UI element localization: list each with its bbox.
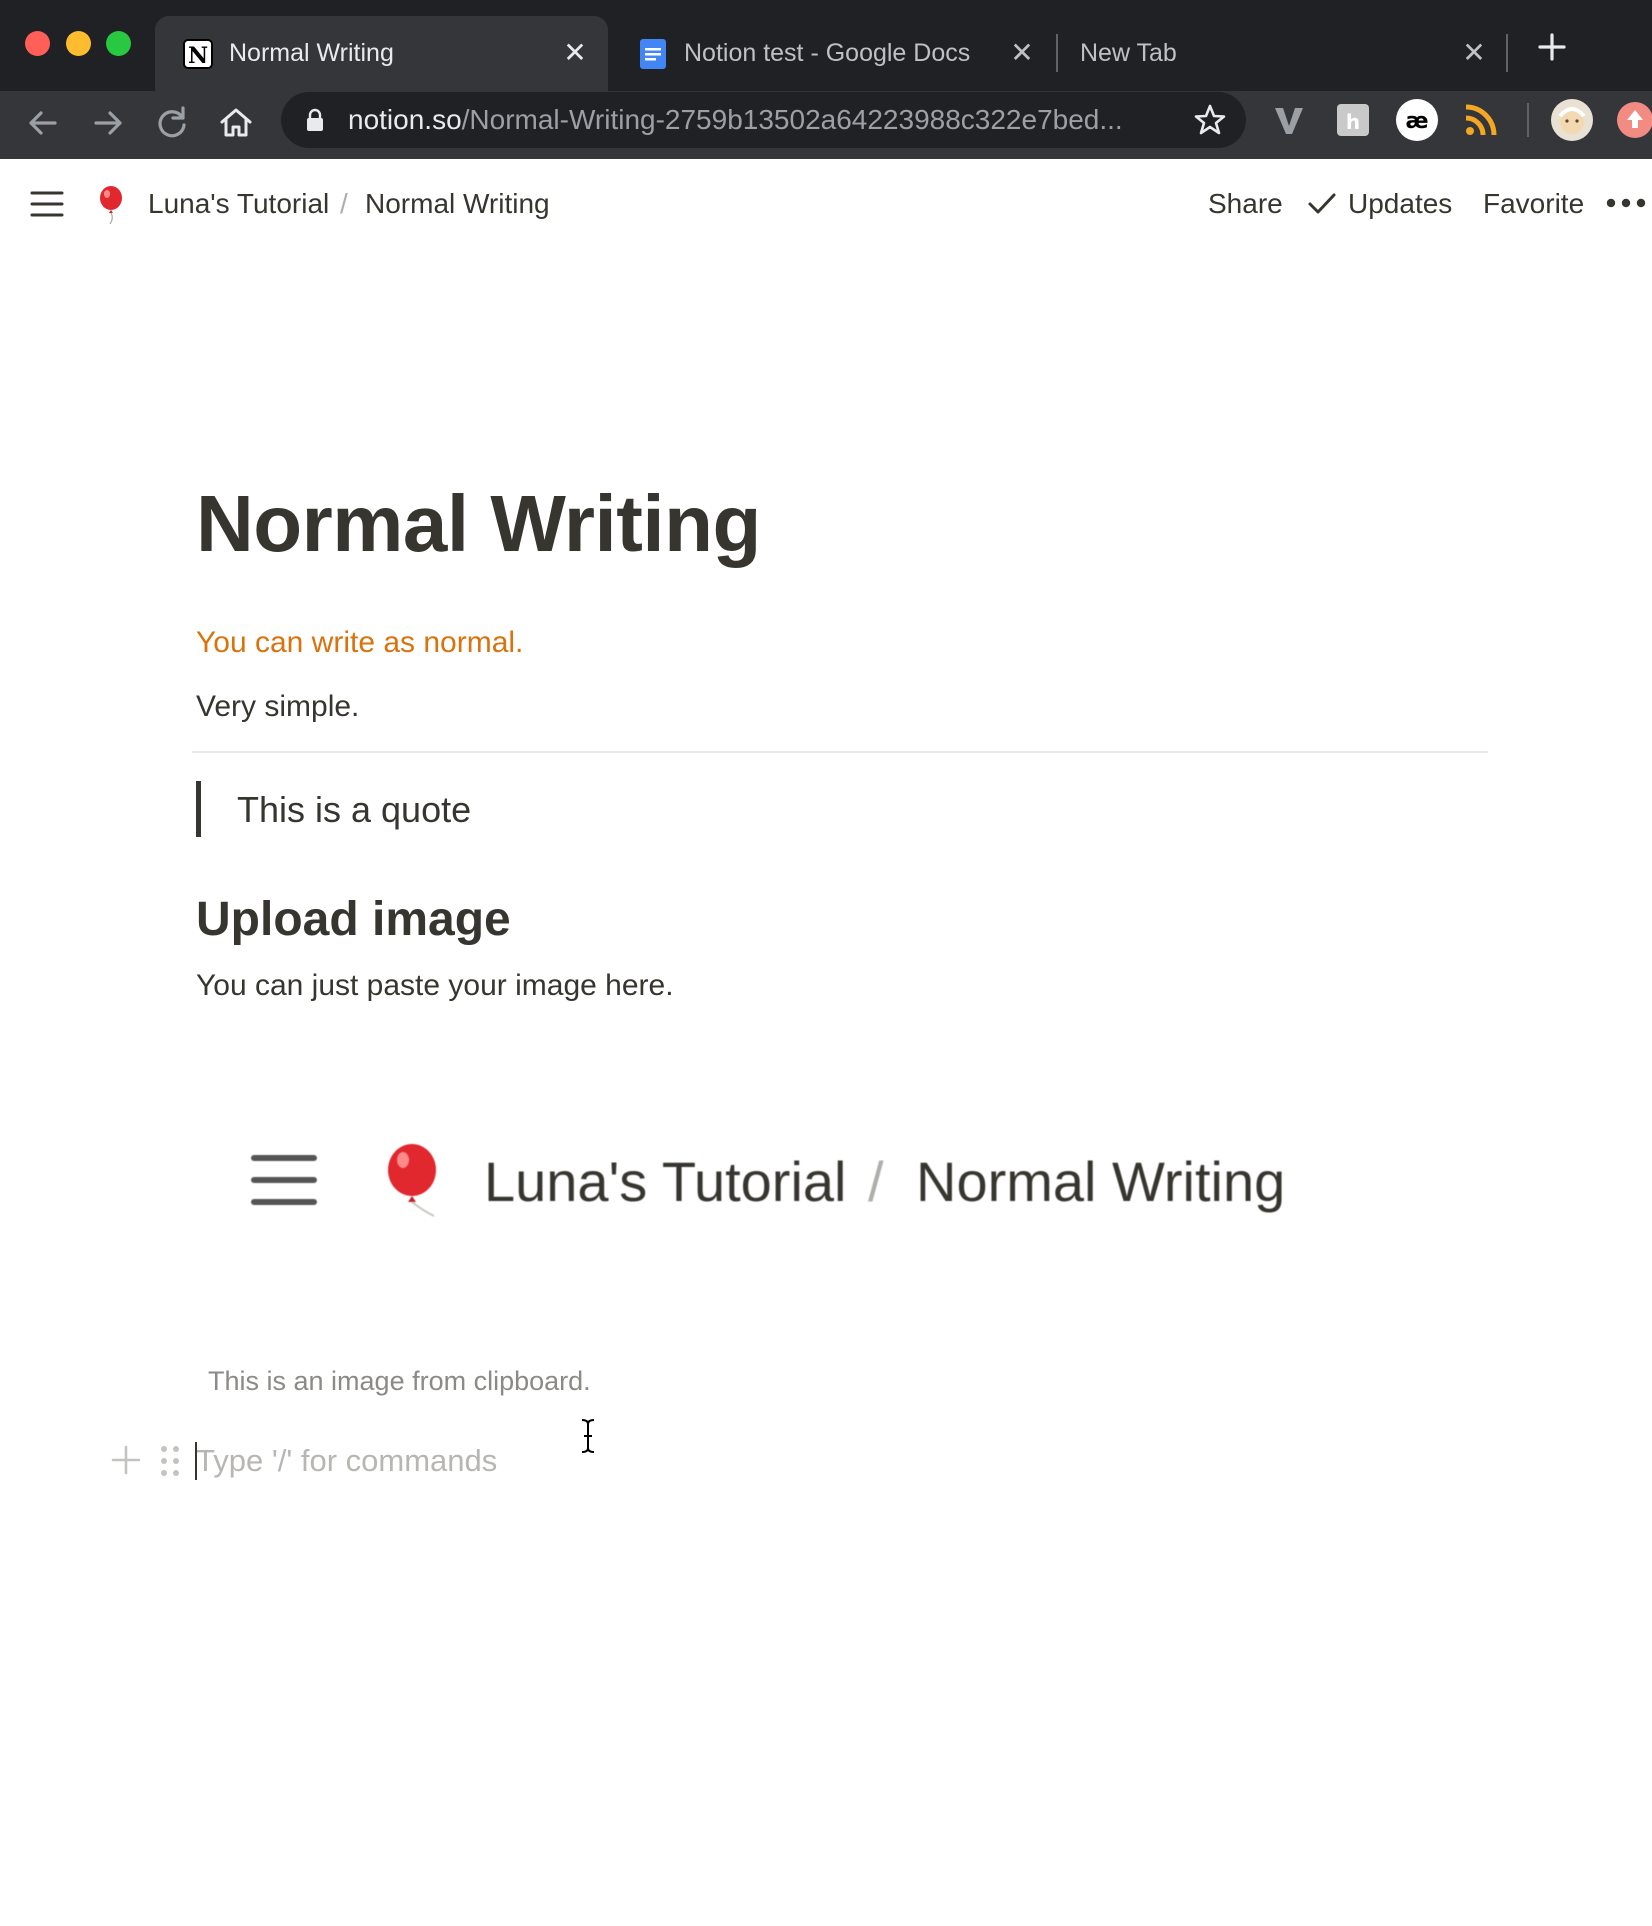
svg-text:æ: æ (1405, 109, 1428, 134)
more-options-icon[interactable] (1606, 196, 1646, 210)
sidebar-menu-icon[interactable] (30, 190, 64, 218)
bookmark-star-icon[interactable] (1192, 102, 1228, 138)
pasted-crumb-lunas-tutorial: Luna's Tutorial (484, 1150, 847, 1213)
pasted-crumb-separator: / (868, 1150, 884, 1213)
profile-avatar-icon[interactable] (1550, 98, 1594, 142)
paragraph-paste-image[interactable]: You can just paste your image here. (196, 966, 674, 1006)
vimeo-v-icon[interactable] (1267, 98, 1311, 142)
window-maximize-button[interactable] (106, 31, 131, 56)
breadcrumb-separator: / (340, 188, 348, 219)
check-icon (1308, 193, 1336, 214)
drag-handle-icon[interactable] (158, 1444, 182, 1478)
url-host: notion.so (348, 104, 462, 135)
tab-close-icon[interactable]: ✕ (1007, 38, 1037, 68)
breadcrumb-normal-writing[interactable]: Normal Writing (365, 181, 550, 227)
balloon-icon (100, 186, 122, 225)
tab-normal-writing[interactable]: N Normal Writing ✕ (155, 16, 608, 91)
notion-icon: N (183, 39, 213, 69)
tab-close-icon[interactable]: ✕ (1459, 38, 1489, 68)
tab-close-icon[interactable]: ✕ (560, 38, 590, 68)
forward-arrow-icon[interactable] (86, 101, 130, 145)
orange-paragraph[interactable]: You can write as normal. (196, 623, 523, 663)
back-arrow-icon[interactable] (21, 101, 65, 145)
window-close-button[interactable] (25, 31, 50, 56)
rss-icon[interactable] (1459, 98, 1503, 142)
tab-google-docs[interactable]: Notion test - Google Docs ✕ (610, 16, 1055, 91)
tab-title: New Tab (1080, 39, 1177, 67)
heading-upload-image[interactable]: Upload image (196, 890, 511, 950)
toolbar-separator (1527, 103, 1529, 137)
window-minimize-button[interactable] (66, 31, 91, 56)
ibeam-cursor-icon (581, 1419, 595, 1453)
ae-extension-icon[interactable]: æ (1395, 98, 1439, 142)
updates-button[interactable]: Updates (1348, 181, 1452, 227)
new-tab-plus-icon[interactable] (1535, 30, 1569, 64)
google-docs-icon (640, 39, 666, 69)
share-button[interactable]: Share (1208, 181, 1283, 227)
lock-icon (307, 108, 323, 131)
home-icon[interactable] (214, 101, 258, 145)
pasted-balloon-icon (388, 1144, 436, 1217)
address-bar-url[interactable]: notion.so/Normal-Writing-2759b13502a6422… (348, 92, 1123, 148)
update-arrow-icon[interactable] (1613, 98, 1652, 142)
divider-line (192, 751, 1488, 753)
tab-title: Normal Writing (229, 39, 394, 67)
quote-block[interactable]: This is a quote (237, 787, 471, 833)
puzzle-extension-icon[interactable]: h (1331, 98, 1375, 142)
pasted-image[interactable]: Luna's Tutorial / Normal Writing (196, 1090, 1316, 1330)
tab-separator (1506, 34, 1508, 72)
reload-icon[interactable] (150, 101, 194, 145)
image-caption[interactable]: This is an image from clipboard. (208, 1362, 591, 1400)
empty-block-placeholder[interactable]: Type '/' for commands (196, 1440, 497, 1482)
svg-text:N: N (188, 43, 208, 69)
pasted-crumb-normal-writing: Normal Writing (916, 1150, 1286, 1213)
tab-title: Notion test - Google Docs (684, 39, 971, 67)
page-title[interactable]: Normal Writing (196, 474, 761, 574)
paragraph-very-simple[interactable]: Very simple. (196, 687, 359, 727)
text-caret (195, 1442, 197, 1480)
favorite-button[interactable]: Favorite (1483, 181, 1584, 227)
tab-new-tab[interactable]: New Tab ✕ (1057, 16, 1507, 91)
pasted-menu-icon (251, 1155, 317, 1205)
url-path: /Normal-Writing-2759b13502a64223988c322e… (461, 104, 1123, 135)
add-block-plus-icon[interactable] (110, 1444, 142, 1476)
breadcrumb-lunas-tutorial[interactable]: Luna's Tutorial (148, 181, 329, 227)
quote-bar (196, 781, 201, 837)
svg-text:h: h (1346, 110, 1360, 134)
